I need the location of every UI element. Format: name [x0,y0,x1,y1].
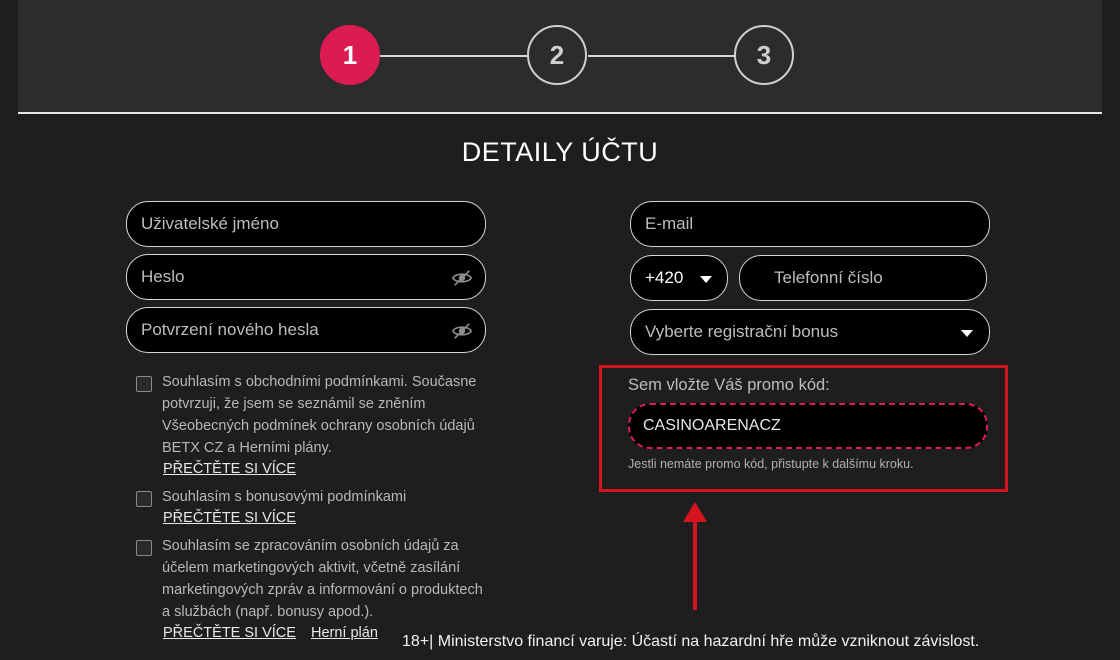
step-connector [380,55,528,57]
phone-field[interactable]: Telefonní číslo [739,255,987,301]
bonus-terms-checkbox[interactable] [136,491,152,507]
bonus-consent-text: Souhlasím s bonusovými podmínkami [162,486,406,508]
terms-consent-text: Souhlasím s obchodními podmínkami. Souča… [162,371,476,459]
bonus-read-more-link[interactable]: PŘEČTĚTE SI VÍCE [163,510,296,526]
password-field[interactable]: Heslo [126,254,486,300]
promo-code-value: CASINOARENACZ [643,417,781,434]
eye-off-icon[interactable] [451,320,473,342]
consent-line: potvrzuji, že jsem se seznámil se zněním [162,396,426,412]
confirm-password-field[interactable]: Potvrzení nového hesla [126,307,486,353]
email-field[interactable]: E-mail [630,201,990,247]
step-2: 2 [527,25,587,85]
chevron-down-icon [961,330,973,337]
promo-hint: Jestli nemáte promo kód, přistupte k dal… [628,457,914,471]
terms-read-more-link[interactable]: PŘEČTĚTE SI VÍCE [163,461,296,477]
step-3: 3 [734,25,794,85]
arrow-up-icon [683,502,707,610]
game-plan-link[interactable]: Herní plán [311,625,378,641]
consent-line: Souhlasím s obchodními podmínkami. Souča… [162,374,477,390]
gambling-warning: 18+| Ministerstvo financí varuje: Účastí… [402,633,980,650]
marketing-read-more-link[interactable]: PŘEČTĚTE SI VÍCE [163,625,296,641]
consent-line: a službách (např. bonusy apod.). [162,604,374,620]
phone-prefix-value: +420 [645,268,684,287]
promo-label: Sem vložte Váš promo kód: [628,376,830,394]
bonus-select[interactable]: Vyberte registrační bonus [630,309,990,355]
confirm-password-placeholder: Potvrzení nového hesla [141,320,319,339]
promo-code-input[interactable]: CASINOARENACZ [628,403,988,449]
marketing-checkbox[interactable] [136,540,152,556]
consent-line: účelem marketingových aktivit, včetně za… [162,560,461,576]
phone-prefix-select[interactable]: +420 [630,255,728,301]
password-placeholder: Heslo [141,267,185,286]
consent-line: Souhlasím se zpracováním osobních údajů … [162,538,459,554]
username-field[interactable]: Uživatelské jméno [126,201,486,247]
bonus-select-label: Vyberte registrační bonus [645,322,839,341]
page-title: DETAILY ÚČTU [461,137,659,167]
step-connector [588,55,736,57]
consent-line: marketingových zpráv a informování o pro… [162,582,483,598]
phone-placeholder: Telefonní číslo [774,268,883,287]
consent-line: BETX CZ a Herními plány. [162,440,332,456]
stepper-bar: 1 2 3 [18,0,1102,114]
step-1: 1 [320,25,380,85]
consent-line: Všeobecných podmínek ochrany osobních úd… [162,418,475,434]
terms-checkbox[interactable] [136,376,152,392]
eye-off-icon[interactable] [451,267,473,289]
consent-line: Souhlasím s bonusovými podmínkami [162,489,407,505]
chevron-down-icon [700,276,712,283]
marketing-consent-text: Souhlasím se zpracováním osobních údajů … [162,535,483,623]
username-placeholder: Uživatelské jméno [141,214,279,233]
email-placeholder: E-mail [645,214,694,233]
